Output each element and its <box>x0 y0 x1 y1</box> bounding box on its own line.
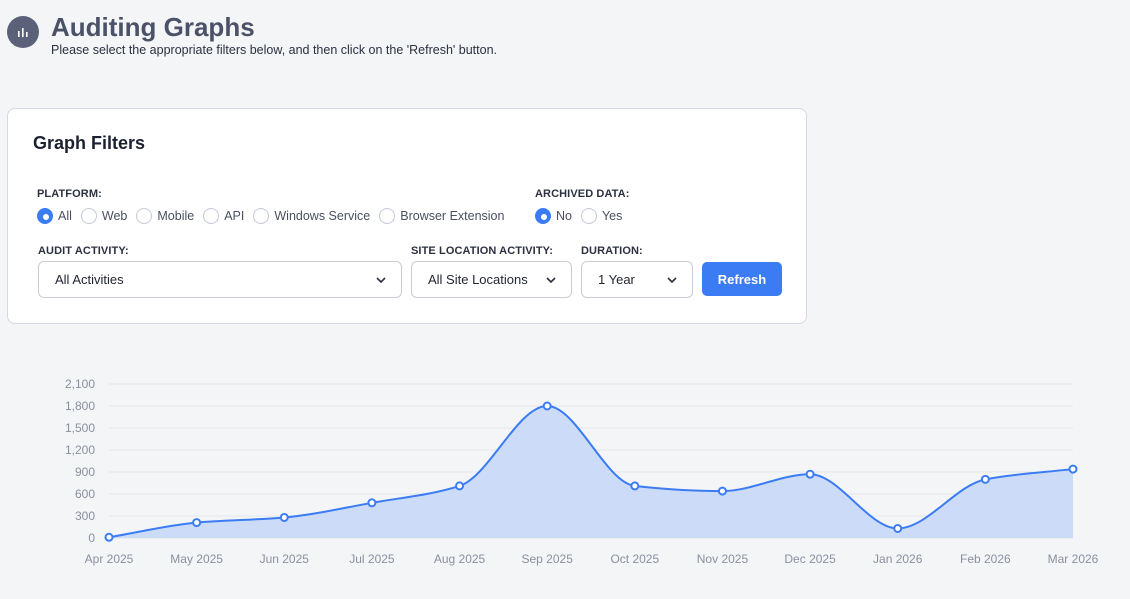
audit-activity-label: AUDIT ACTIVITY: <box>38 245 129 257</box>
platform-radio-web[interactable]: Web <box>80 208 128 224</box>
page-title: Auditing Graphs <box>51 12 255 42</box>
audit-activity-value: All Activities <box>55 272 124 287</box>
x-tick-label: Jun 2025 <box>260 552 310 566</box>
x-tick-label: Feb 2026 <box>960 552 1011 566</box>
data-point <box>717 486 727 496</box>
bar-chart-icon <box>7 16 39 48</box>
site-location-value: All Site Locations <box>428 272 528 287</box>
audit-activity-select[interactable]: All Activities <box>38 261 402 298</box>
audit-activity-chart: 0 300 600 900 1,200 1,500 1,800 2,100 Apr 2025 Ma… <box>65 377 1099 566</box>
archived-radio-group: No Yes <box>535 208 631 224</box>
data-point <box>104 532 114 542</box>
x-tick-label: Nov 2025 <box>697 552 749 566</box>
graph-filters-card: Graph Filters PLATFORM: All Web Mobile API W… <box>7 108 807 324</box>
x-tick-label: Jan 2026 <box>873 552 923 566</box>
x-tick-label: Apr 2025 <box>85 552 134 566</box>
radio-label: Web <box>101 209 128 223</box>
x-tick-label: Jul 2025 <box>349 552 395 566</box>
platform-radio-all[interactable]: All <box>37 208 72 224</box>
x-tick-label: May 2025 <box>170 552 223 566</box>
radio-label: API <box>224 209 245 223</box>
radio-circle[interactable] <box>80 208 97 224</box>
data-point <box>893 523 903 533</box>
x-tick-label: Dec 2025 <box>784 552 836 566</box>
y-tick-label: 1,500 <box>65 421 95 435</box>
x-tick-label: Mar 2026 <box>1048 552 1099 566</box>
chevron-down-icon <box>376 277 386 284</box>
x-tick-label: Oct 2025 <box>610 552 659 566</box>
x-tick-label: Aug 2025 <box>434 552 486 566</box>
radio-circle[interactable] <box>203 208 220 224</box>
platform-radio-browser-extension[interactable]: Browser Extension <box>379 208 504 224</box>
radio-circle[interactable] <box>253 208 270 224</box>
site-location-label: SITE LOCATION ACTIVITY: <box>411 245 554 257</box>
data-point <box>542 401 552 411</box>
radio-label: Yes <box>601 209 623 223</box>
y-tick-label: 600 <box>75 487 95 501</box>
platform-radio-mobile[interactable]: Mobile <box>136 208 194 224</box>
platform-radio-api[interactable]: API <box>203 208 244 224</box>
data-point <box>630 481 640 491</box>
data-point <box>367 498 377 508</box>
data-point <box>805 469 815 479</box>
radio-label: All <box>58 209 72 223</box>
y-tick-label: 300 <box>75 509 95 523</box>
y-tick-label: 1,200 <box>65 443 95 457</box>
radio-circle[interactable] <box>37 208 53 224</box>
archived-radio-no[interactable]: No <box>535 208 572 224</box>
radio-label: Browser Extension <box>400 209 505 223</box>
x-tick-label: Sep 2025 <box>521 552 573 566</box>
radio-circle[interactable] <box>580 208 597 224</box>
chevron-down-icon <box>667 277 677 284</box>
duration-select[interactable]: 1 Year <box>581 261 693 298</box>
duration-value: 1 Year <box>598 272 635 287</box>
card-title: Graph Filters <box>33 133 146 153</box>
y-tick-label: 2,100 <box>65 377 95 391</box>
archived-radio-yes[interactable]: Yes <box>580 208 623 224</box>
chevron-down-icon <box>546 277 556 284</box>
radio-label: Windows Service <box>274 209 371 223</box>
data-point <box>192 518 202 528</box>
refresh-button[interactable]: Refresh <box>702 262 782 296</box>
platform-label: PLATFORM: <box>37 188 102 200</box>
platform-radio-windows-service[interactable]: Windows Service <box>253 208 370 224</box>
data-point <box>980 474 990 484</box>
data-point <box>279 512 289 522</box>
radio-circle[interactable] <box>379 208 396 224</box>
radio-circle[interactable] <box>136 208 153 224</box>
radio-label: Mobile <box>157 209 195 223</box>
archived-data-label: ARCHIVED DATA: <box>535 188 630 200</box>
platform-radio-group: All Web Mobile API Windows Service Browser Ex… <box>37 208 513 224</box>
site-location-select[interactable]: All Site Locations <box>411 261 572 298</box>
y-tick-label: 1,800 <box>65 399 95 413</box>
data-point <box>455 481 465 491</box>
radio-circle[interactable] <box>535 208 551 224</box>
y-tick-label: 900 <box>75 465 95 479</box>
radio-label: No <box>556 209 572 223</box>
page-subtitle: Please select the appropriate filters be… <box>51 43 498 57</box>
y-tick-label: 0 <box>88 531 95 545</box>
duration-label: DURATION: <box>581 245 643 257</box>
data-point <box>1068 464 1078 474</box>
